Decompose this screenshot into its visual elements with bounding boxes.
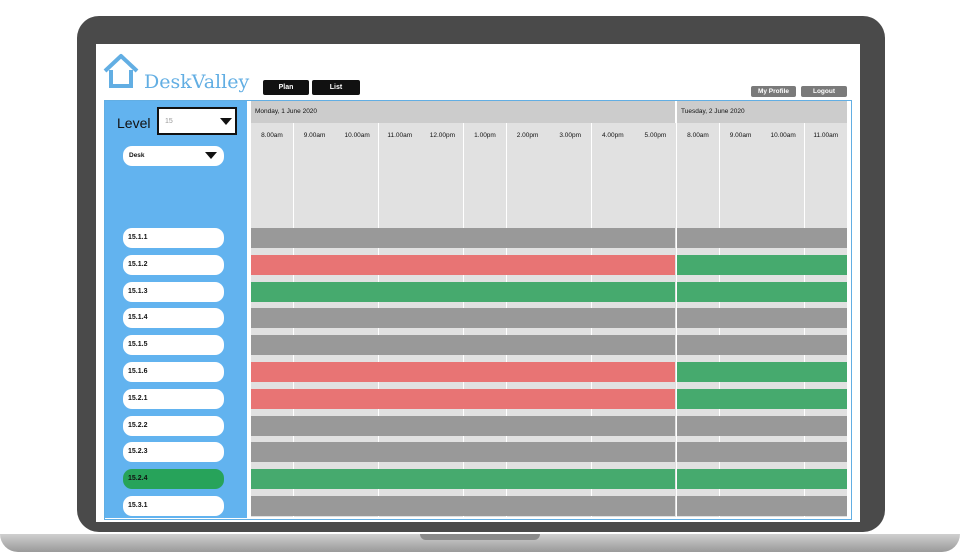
brand-name: DeskValley [144,71,250,93]
desk-item-label: 15.2.4 [128,475,148,483]
caret-down-icon [220,118,232,125]
booking-bar-booked[interactable] [251,254,675,275]
caret-down-icon [205,152,217,159]
desk-item[interactable]: 15.1.1 [123,228,224,248]
level-value: 15 [165,118,173,125]
desk-item[interactable]: 15.3.1 [123,496,224,516]
booking-bar-available[interactable] [251,281,675,302]
booking-bar-unavailable[interactable] [251,442,675,463]
day-header-monday: Monday, 1 June 2020 [251,101,675,123]
time-label: 10.00am [344,132,370,139]
booking-bar-unavailable[interactable] [677,308,847,329]
desk-item-label: 15.1.3 [128,287,148,295]
desk-item[interactable]: 15.2.3 [123,442,224,463]
level-select[interactable]: 15 [157,107,237,135]
time-label: 9.00am [303,132,326,139]
plan-button[interactable]: Plan [263,80,309,95]
desk-item-label: 15.1.6 [128,368,148,375]
booking-bar-available[interactable] [677,469,847,490]
booking-bar-unavailable[interactable] [677,442,847,463]
desk-item[interactable]: 15.2.4 [123,469,224,490]
booking-bar-unavailable[interactable] [251,228,675,248]
time-label: 1.00pm [474,132,496,139]
day-label: Tuesday, 2 June 2020 [681,108,745,115]
desk-item[interactable]: 15.1.6 [123,362,224,382]
desk-item-label: 15.1.4 [128,314,148,322]
my-profile-button[interactable]: My Profile [751,86,796,97]
time-label: 8.00am [261,132,283,139]
time-label: 5.00pm [644,132,667,139]
booking-bar-unavailable[interactable] [251,415,675,436]
sidebar: Level 15 Desk 15.1.1 15.1.2 15.1.3 15.1.4 15… [105,101,247,518]
booking-bar-unavailable[interactable] [677,335,847,356]
logout-button[interactable]: Logout [801,86,847,97]
app-screen: DeskValley Plan List My Profile Logout L… [96,44,860,522]
day-label: Monday, 1 June 2020 [255,108,318,115]
list-button[interactable]: List [312,80,360,95]
desk-item[interactable]: 15.1.3 [123,281,224,302]
schedule-grid: Monday, 1 June 2020 Tuesday, 2 June 2020… [251,101,847,517]
time-label: 8.00am [687,132,709,139]
booking-bar-available[interactable] [677,254,847,275]
laptop-notch [420,534,540,540]
booking-bar-available[interactable] [677,281,847,302]
day-header-tuesday: Tuesday, 2 June 2020 [677,101,847,123]
desk-item-label: 15.2.3 [128,448,148,456]
desk-item-label: 15.2.2 [128,421,148,429]
desk-item[interactable]: 15.1.5 [123,335,224,356]
booking-bar-available[interactable] [677,388,847,409]
desk-item-label: 15.1.2 [128,260,148,268]
booking-bar-unavailable[interactable] [251,308,675,329]
desk-item-label: 15.1.5 [128,341,148,349]
time-label: 4.00pm [601,132,624,139]
desk-type-select[interactable]: Desk [123,146,224,166]
time-label: 11.00am [387,132,413,139]
desk-type-value: Desk [129,152,145,159]
time-label: 11.00am [813,132,839,139]
booking-bar-booked[interactable] [251,362,675,382]
time-label: 2.00pm [516,132,539,139]
booking-bar-unavailable[interactable] [251,335,675,356]
time-label: 12.00pm [429,132,456,139]
booking-bar-booked[interactable] [251,388,675,409]
desk-item[interactable]: 15.1.4 [123,308,224,329]
booking-bar-available[interactable] [677,362,847,382]
house-logo-icon [103,54,139,88]
desk-item-label: 15.3.1 [128,502,148,509]
time-label: 9.00am [729,132,752,139]
desk-item-label: 15.2.1 [128,394,148,402]
booking-bar-unavailable[interactable] [677,415,847,436]
desk-item-label: 15.1.1 [128,234,148,241]
desk-item[interactable]: 15.1.2 [123,254,224,275]
level-label: Level [117,115,151,131]
booking-bar-available[interactable] [251,469,675,490]
booking-bar-unavailable[interactable] [677,228,847,248]
desk-item[interactable]: 15.2.2 [123,415,224,436]
time-label: 10.00am [770,132,796,139]
booking-bar-unavailable[interactable] [251,496,675,516]
time-label: 3.00pm [559,132,582,139]
desk-item[interactable]: 15.2.1 [123,388,224,409]
booking-bar-unavailable[interactable] [677,496,847,516]
